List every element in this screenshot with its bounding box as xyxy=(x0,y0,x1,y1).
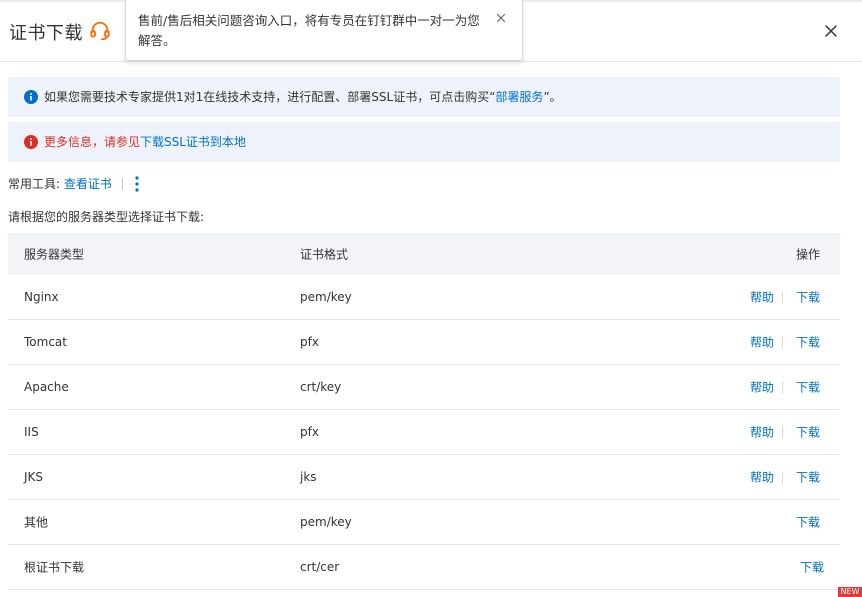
table-header: 服务器类型 证书格式 操作 xyxy=(8,233,840,275)
row-server: 其他 xyxy=(24,515,49,530)
table-row: JKS jks 帮助 下载 xyxy=(8,455,840,500)
popover-close-icon[interactable] xyxy=(494,11,508,25)
more-info-prefix: 更多信息，请参见 xyxy=(44,135,141,149)
close-dialog-icon[interactable] xyxy=(822,22,840,40)
support-alert: 如果您需要技术专家提供1对1在线技术支持，进行配置、部署SSL证书，可点击购买“… xyxy=(8,77,840,117)
row-format: crt/key xyxy=(300,380,342,394)
header-operations: 操作 xyxy=(795,247,820,262)
download-link[interactable]: 下载 xyxy=(796,379,820,396)
op-divider xyxy=(781,291,783,303)
deploy-service-link[interactable]: 部署服务 xyxy=(495,90,543,104)
download-link[interactable]: 下载 xyxy=(796,514,820,531)
row-operations: 帮助 下载 xyxy=(750,334,820,351)
dialog-title: 证书下载 xyxy=(9,23,83,44)
server-type-hint: 请根据您的服务器类型选择证书下载: xyxy=(8,210,205,224)
help-link[interactable]: 帮助 xyxy=(750,424,774,441)
more-info-alert: 更多信息，请参见下载SSL证书到本地 xyxy=(8,122,840,162)
table-row: 根证书下载 crt/cer 下载 xyxy=(8,545,840,590)
certificate-download-table: 服务器类型 证书格式 操作 Nginx pem/key 帮助 下载 Tomcat … xyxy=(8,233,840,590)
op-divider xyxy=(781,426,783,438)
row-operations: 下载 xyxy=(800,559,824,576)
row-server: Tomcat xyxy=(24,335,67,349)
more-vertical-icon[interactable] xyxy=(132,175,142,193)
row-server: Nginx xyxy=(24,290,59,304)
popover-text: 售前/售后相关问题咨询入口，将有专员在钉钉群中一对一为您解答。 xyxy=(138,13,480,48)
view-certificate-link[interactable]: 查看证书 xyxy=(64,177,112,191)
common-tools: 常用工具: 查看证书 xyxy=(8,176,131,192)
download-link[interactable]: 下载 xyxy=(800,559,824,576)
row-format: jks xyxy=(300,470,317,484)
header-server-type: 服务器类型 xyxy=(24,247,85,262)
row-operations: 帮助 下载 xyxy=(750,289,820,306)
row-server: IIS xyxy=(24,425,39,439)
help-link[interactable]: 帮助 xyxy=(750,469,774,486)
row-format: pfx xyxy=(300,335,319,349)
op-divider xyxy=(781,471,783,483)
row-operations: 下载 xyxy=(796,514,820,531)
download-link[interactable]: 下载 xyxy=(796,289,820,306)
help-link[interactable]: 帮助 xyxy=(750,334,774,351)
row-operations: 帮助 下载 xyxy=(750,469,820,486)
download-ssl-doc-link[interactable]: 下载SSL证书到本地 xyxy=(140,135,246,149)
row-operations: 帮助 下载 xyxy=(750,379,820,396)
download-link[interactable]: 下载 xyxy=(796,469,820,486)
header-cert-format: 证书格式 xyxy=(300,247,349,262)
support-alert-text: 如果您需要技术专家提供1对1在线技术支持，进行配置、部署SSL证书，可点击购买“… xyxy=(44,89,562,105)
row-format: pem/key xyxy=(300,515,352,529)
table-row: 其他 pem/key 下载 xyxy=(8,500,840,545)
table-row: Apache crt/key 帮助 下载 xyxy=(8,365,840,410)
table-row: Nginx pem/key 帮助 下载 xyxy=(8,275,840,320)
support-alert-prefix: 如果您需要技术专家提供1对1在线技术支持，进行配置、部署SSL证书，可点击购买“ xyxy=(44,90,496,104)
download-link[interactable]: 下载 xyxy=(796,424,820,441)
download-link[interactable]: 下载 xyxy=(796,334,820,351)
table-row: IIS pfx 帮助 下载 xyxy=(8,410,840,455)
tools-divider xyxy=(121,178,123,190)
consult-popover: 售前/售后相关问题咨询入口，将有专员在钉钉群中一对一为您解答。 xyxy=(125,0,523,61)
op-divider xyxy=(781,381,783,393)
table-row: Tomcat pfx 帮助 下载 xyxy=(8,320,840,365)
support-alert-suffix: ”。 xyxy=(543,90,562,104)
common-tools-label: 常用工具: xyxy=(8,177,61,191)
help-link[interactable]: 帮助 xyxy=(750,289,774,306)
info-icon xyxy=(24,90,38,104)
row-server: 根证书下载 xyxy=(24,560,85,575)
row-operations: 帮助 下载 xyxy=(750,424,820,441)
error-info-icon xyxy=(24,135,38,149)
op-divider xyxy=(781,336,783,348)
row-server: Apache xyxy=(24,380,69,394)
help-link[interactable]: 帮助 xyxy=(750,379,774,396)
more-info-alert-text: 更多信息，请参见下载SSL证书到本地 xyxy=(44,134,246,150)
row-format: pem/key xyxy=(300,290,352,304)
row-format: crt/cer xyxy=(300,560,340,574)
row-format: pfx xyxy=(300,425,319,439)
new-badge: NEW xyxy=(838,587,862,597)
headset-icon[interactable] xyxy=(89,20,111,42)
row-server: JKS xyxy=(24,470,44,484)
